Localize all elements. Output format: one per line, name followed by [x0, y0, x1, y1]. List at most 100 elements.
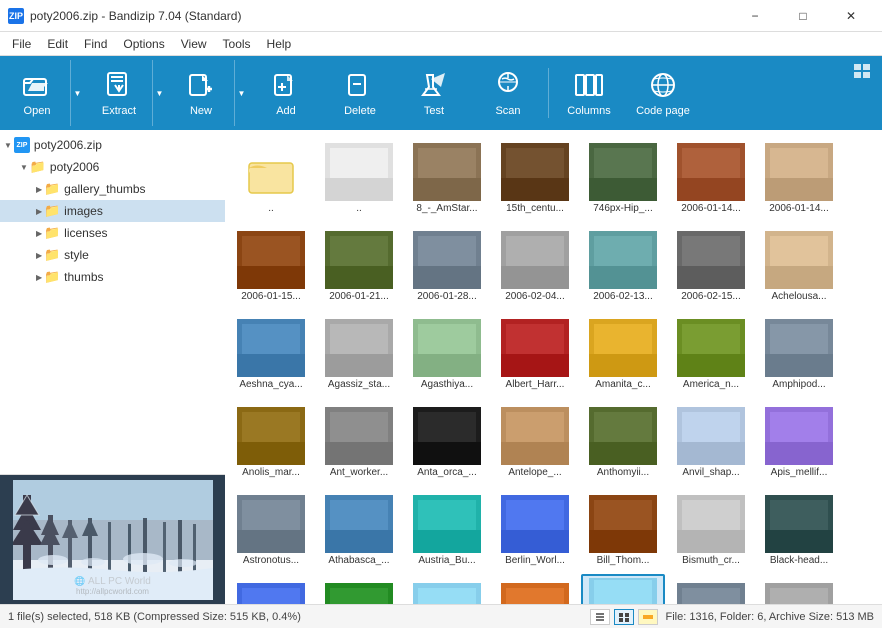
file-item[interactable]: Brooklyn_B...: [669, 574, 753, 604]
extract-dropdown-button[interactable]: ▼: [152, 60, 166, 126]
file-item[interactable]: 8_-_AmStar...: [405, 134, 489, 218]
file-item[interactable]: Athabasca_...: [317, 486, 401, 570]
file-item[interactable]: 2006-01-28...: [405, 222, 489, 306]
status-indicator: [638, 609, 658, 625]
file-thumbnail: [765, 407, 833, 465]
tree-arrow-poty: ▼: [20, 163, 28, 172]
scan-button[interactable]: Scan: [472, 60, 544, 126]
tree-label-style: style: [64, 248, 89, 262]
test-button[interactable]: Test: [398, 60, 470, 126]
tree-item-gallery[interactable]: ▶ 📁 gallery_thumbs: [0, 178, 225, 200]
menu-view[interactable]: View: [173, 33, 215, 55]
file-item[interactable]: 2006-01-15...: [229, 222, 313, 306]
file-name: 2006-01-14...: [760, 203, 838, 215]
file-item[interactable]: Antelope_...: [493, 398, 577, 482]
file-item[interactable]: 2006-02-15...: [669, 222, 753, 306]
file-item[interactable]: Bill_Thom...: [581, 486, 665, 570]
file-item[interactable]: Amanita_c...: [581, 310, 665, 394]
menu-help[interactable]: Help: [259, 33, 300, 55]
file-item[interactable]: America_n...: [669, 310, 753, 394]
file-item[interactable]: Black-head...: [757, 486, 841, 570]
file-item[interactable]: Agassiz_sta...: [317, 310, 401, 394]
file-item[interactable]: Anolis_mar...: [229, 398, 313, 482]
file-item[interactable]: 2006-02-04...: [493, 222, 577, 306]
file-item[interactable]: 2006-01-14...: [757, 134, 841, 218]
file-name: Bill_Thom...: [584, 555, 662, 567]
maximize-button[interactable]: □: [780, 0, 826, 32]
file-item[interactable]: Albert_Harr...: [493, 310, 577, 394]
tree-item-style[interactable]: ▶ 📁 style: [0, 244, 225, 266]
file-item[interactable]: 15th_centu...: [493, 134, 577, 218]
tree-item-thumbs[interactable]: ▶ 📁 thumbs: [0, 266, 225, 288]
extract-button[interactable]: Extract: [86, 60, 152, 126]
layout-toggle-button[interactable]: [854, 64, 872, 78]
tree-label-gallery: gallery_thumbs: [64, 182, 145, 196]
new-button[interactable]: New: [168, 60, 234, 126]
file-thumbnail: [765, 495, 833, 553]
file-name: 746px-Hip_...: [584, 203, 662, 215]
file-item[interactable]: 2006-02-13...: [581, 222, 665, 306]
file-item[interactable]: Austria_Bu...: [405, 486, 489, 570]
columns-label: Columns: [567, 105, 610, 117]
file-item[interactable]: Amphipod...: [757, 310, 841, 394]
menu-find[interactable]: Find: [76, 33, 115, 55]
file-name: Agassiz_sta...: [320, 379, 398, 391]
open-button[interactable]: Open: [4, 60, 70, 126]
open-dropdown-button[interactable]: ▼: [70, 60, 84, 126]
menu-edit[interactable]: Edit: [39, 33, 76, 55]
file-item[interactable]: Anthomyii...: [581, 398, 665, 482]
folder-icon-poty: 📁: [30, 159, 46, 175]
tree-item-licenses[interactable]: ▶ 📁 licenses: [0, 222, 225, 244]
file-name: 15th_centu...: [496, 203, 574, 215]
file-item[interactable]: Bismuth_cr...: [669, 486, 753, 570]
file-item[interactable]: Berlin_Worl...: [493, 486, 577, 570]
list-view-button[interactable]: [590, 609, 610, 625]
columns-button[interactable]: Columns: [553, 60, 625, 126]
tree-label-images: images: [64, 204, 103, 218]
file-item[interactable]: Ant_worker...: [317, 398, 401, 482]
tree-item-poty[interactable]: ▼ 📁 poty2006: [0, 156, 225, 178]
file-grid[interactable]: .. ..8_-_AmStar...15th_centu...746px-Hip…: [225, 130, 882, 604]
codepage-button[interactable]: Code page: [627, 60, 699, 126]
file-item[interactable]: Anta_orca_...: [405, 398, 489, 482]
tree-item-images[interactable]: ▶ 📁 images: [0, 200, 225, 222]
file-item[interactable]: Aeshna_cya...: [229, 310, 313, 394]
delete-button[interactable]: Delete: [324, 60, 396, 126]
new-dropdown-button[interactable]: ▼: [234, 60, 248, 126]
file-thumbnail: [237, 231, 305, 289]
menu-file[interactable]: File: [4, 33, 39, 55]
menu-options[interactable]: Options: [115, 33, 172, 55]
file-item[interactable]: Astronotus...: [229, 486, 313, 570]
file-item[interactable]: 2006-01-21...: [317, 222, 401, 306]
close-button[interactable]: ✕: [828, 0, 874, 32]
file-item[interactable]: British_Mus...: [493, 574, 577, 604]
tree-item-zip[interactable]: ▼ ZIP poty2006.zip: [0, 134, 225, 156]
preview-area: 🌐 ALL PC World http://allpcworld.com: [0, 474, 225, 604]
file-item[interactable]: BrockenSno wedTreesIn Sun.jpgBrockenSno …: [581, 574, 665, 604]
add-button[interactable]: Add: [250, 60, 322, 126]
tree-arrow-licenses: ▶: [36, 229, 42, 238]
file-item-parent[interactable]: ..: [229, 134, 313, 218]
grid-view-button[interactable]: [614, 609, 634, 625]
minimize-button[interactable]: −: [732, 0, 778, 32]
file-item[interactable]: Bridge_Alc...: [405, 574, 489, 604]
file-item[interactable]: Boelge_sto...: [229, 574, 313, 604]
file-item[interactable]: 2006-01-14...: [669, 134, 753, 218]
watermark: 🌐 ALL PC World http://allpcworld.com: [74, 576, 151, 596]
file-item[interactable]: ..: [317, 134, 401, 218]
status-view-icons: [590, 609, 658, 625]
file-thumbnail: [413, 495, 481, 553]
file-item[interactable]: 746px-Hip_...: [581, 134, 665, 218]
add-label: Add: [276, 105, 296, 117]
file-item[interactable]: Brazilian_N...: [317, 574, 401, 604]
file-item[interactable]: Agasthiya...: [405, 310, 489, 394]
file-name: Amanita_c...: [584, 379, 662, 391]
file-thumbnail: [413, 407, 481, 465]
file-item[interactable]: Apis_mellif...: [757, 398, 841, 482]
file-item[interactable]: Anvil_shap...: [669, 398, 753, 482]
file-item[interactable]: ...: [757, 574, 841, 604]
menu-tools[interactable]: Tools: [215, 33, 259, 55]
file-thumbnail: [501, 143, 569, 201]
file-item[interactable]: Achelousа...: [757, 222, 841, 306]
file-thumbnail: [589, 578, 657, 604]
